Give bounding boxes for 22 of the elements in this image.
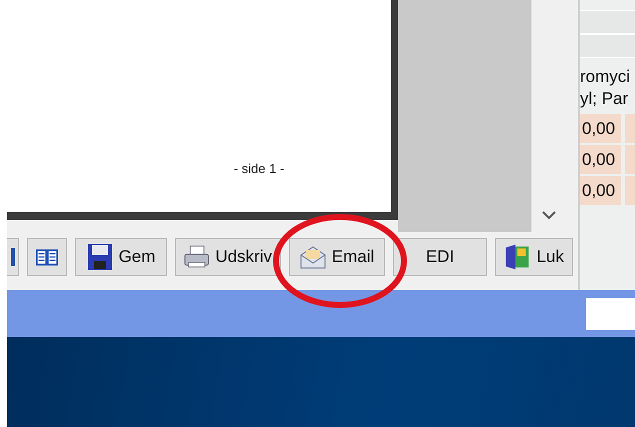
- table-cell: 0,00: [580, 176, 622, 205]
- toolbar-button[interactable]: Email: [289, 238, 385, 276]
- column-header: romyci: [580, 66, 632, 88]
- table-cell: [625, 176, 635, 205]
- door-icon: [504, 243, 531, 271]
- toolbar-button[interactable]: EDI: [393, 238, 487, 276]
- input-field[interactable]: [586, 298, 635, 330]
- toolbar-button[interactable]: Udskriv: [175, 238, 281, 276]
- table-cell: 0,00: [580, 145, 622, 174]
- table-cell: [625, 114, 635, 143]
- table-cell: 0,00: [580, 114, 622, 143]
- toolbar-button[interactable]: [27, 238, 67, 276]
- toolbar-icon: [10, 246, 16, 268]
- column-header: yl; Par: [580, 88, 630, 110]
- toolbar-button[interactable]: Luk: [495, 238, 573, 276]
- toolbar-button[interactable]: [7, 238, 19, 276]
- printer-icon: [184, 244, 210, 270]
- table-cell: [625, 145, 635, 174]
- page-number: - side 1 -: [234, 161, 284, 176]
- chevron-down-icon[interactable]: [542, 211, 556, 220]
- toolbar-button[interactable]: Gem: [75, 238, 167, 276]
- envelope-icon: [300, 245, 326, 269]
